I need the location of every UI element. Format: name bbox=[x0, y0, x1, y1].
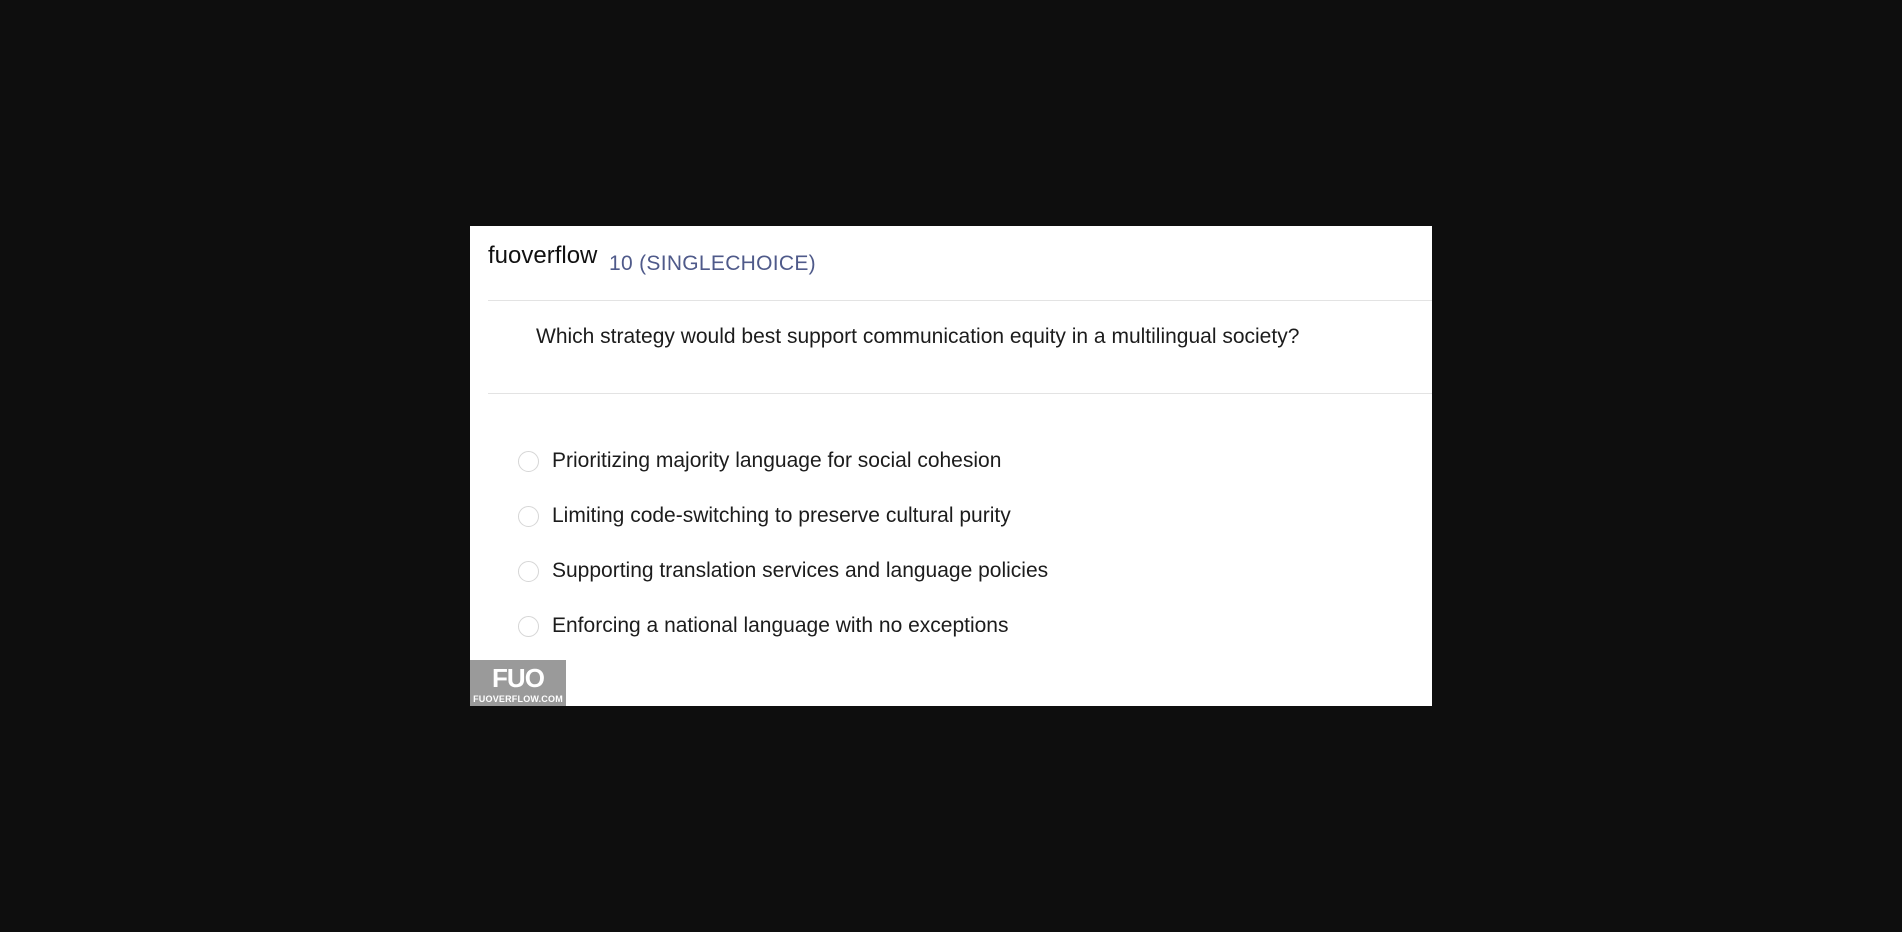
answer-option-label: Supporting translation services and lang… bbox=[552, 559, 1049, 582]
site-name: fuoverflow bbox=[488, 242, 598, 269]
answer-option-label: Limiting code-switching to preserve cult… bbox=[552, 504, 1011, 527]
watermark-url: FUOVERFLOW.COM bbox=[473, 694, 563, 704]
question-area: Which strategy would best support commun… bbox=[488, 301, 1432, 394]
answer-option-a[interactable]: Prioritizing majority language for socia… bbox=[518, 448, 1048, 503]
question-card: fuoverflow 10 (SINGLECHOICE) Which strat… bbox=[470, 226, 1432, 706]
answer-option-label: Enforcing a national language with no ex… bbox=[552, 614, 1009, 637]
radio-button[interactable] bbox=[518, 506, 539, 527]
answer-options: Prioritizing majority language for socia… bbox=[518, 448, 1048, 668]
watermark-logo-text: FUO bbox=[492, 663, 545, 693]
answer-option-c[interactable]: Supporting translation services and lang… bbox=[518, 558, 1048, 613]
watermark-logo: FUO FUOVERFLOW.COM bbox=[470, 660, 566, 706]
question-header: fuoverflow 10 (SINGLECHOICE) bbox=[488, 242, 1432, 301]
question-text: Which strategy would best support commun… bbox=[536, 325, 1300, 348]
question-number-type: 10 (SINGLECHOICE) bbox=[609, 252, 816, 275]
answer-option-d[interactable]: Enforcing a national language with no ex… bbox=[518, 613, 1048, 668]
answer-option-label: Prioritizing majority language for socia… bbox=[552, 449, 1002, 472]
radio-button[interactable] bbox=[518, 451, 539, 472]
radio-button[interactable] bbox=[518, 616, 539, 637]
radio-button[interactable] bbox=[518, 561, 539, 582]
answer-option-b[interactable]: Limiting code-switching to preserve cult… bbox=[518, 503, 1048, 558]
